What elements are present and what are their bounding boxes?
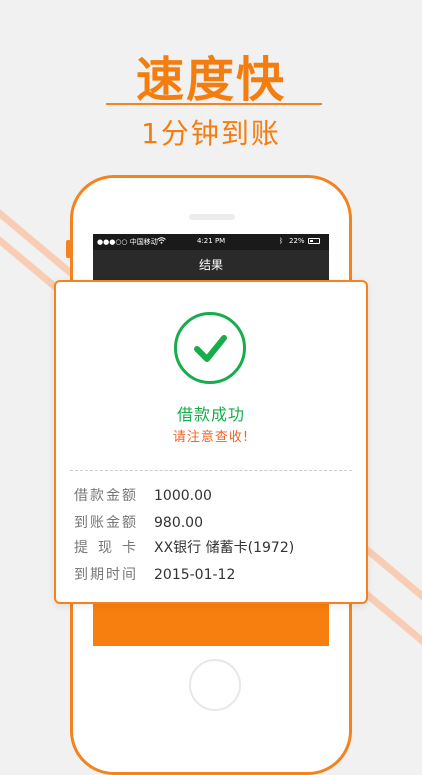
detail-row-due-date: 到期时间 2015-01-12 [74, 564, 235, 584]
detail-label: 借款金额 [74, 488, 138, 504]
phone-side-button [66, 240, 71, 258]
success-title: 借款成功 [176, 405, 245, 424]
detail-row-received-amount: 到账金额 980.00 [74, 512, 203, 532]
status-time: 4:21 PM [197, 237, 226, 245]
phone-speaker [189, 214, 235, 220]
detail-label: 到期时间 [74, 567, 138, 583]
detail-label: 到账金额 [74, 515, 138, 531]
detail-value: 980.00 [154, 515, 203, 531]
wifi-icon [157, 237, 166, 246]
status-bar: ●●●○○ 中国移动 4:21 PM ᛒ 22% [93, 234, 329, 250]
dashed-divider [70, 470, 352, 471]
headline-divider [106, 103, 322, 105]
detail-label: 提现卡 [74, 540, 146, 556]
detail-value: XX银行 储蓄卡(1972) [154, 540, 295, 556]
nav-title: 结果 [93, 250, 329, 280]
carrier-label: ●●●○○ 中国移动 [97, 238, 158, 246]
detail-value: 1000.00 [154, 488, 212, 504]
check-circle-icon [174, 312, 246, 384]
subheadline: 1分钟到账 [141, 117, 281, 150]
headline: 速度快 [135, 52, 286, 108]
detail-row-loan-amount: 借款金额 1000.00 [74, 485, 212, 505]
result-card: 借款成功 请注意查收! 借款金额 1000.00 到账金额 980.00 提现卡 XX… [54, 280, 368, 604]
detail-value: 2015-01-12 [154, 567, 236, 583]
notice-text: 请注意查收! [172, 430, 250, 445]
battery-icon [308, 238, 320, 244]
bluetooth-icon: ᛒ [279, 237, 284, 245]
battery-percent: 22% [289, 237, 305, 245]
detail-row-card: 提现卡 XX银行 储蓄卡(1972) [74, 537, 294, 557]
phone-home-button[interactable] [189, 659, 241, 711]
